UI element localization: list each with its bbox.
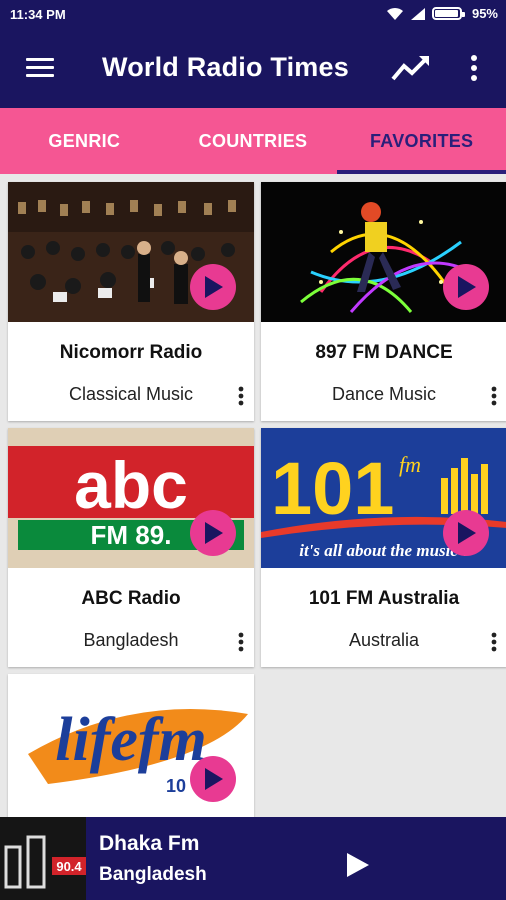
- status-time: 11:34 PM: [10, 7, 66, 22]
- tab-favorites[interactable]: FAVORITES: [337, 108, 506, 174]
- station-name: 101 FM Australia: [308, 588, 460, 609]
- svg-text:it's all about the music !: it's all about the music !: [299, 541, 469, 560]
- menu-icon[interactable]: [26, 58, 54, 78]
- station-card-101-fm-australia[interactable]: 101 fm it's all about the music ! 101 FM…: [261, 428, 506, 667]
- svg-text:101: 101: [271, 447, 394, 530]
- svg-text:lifefm: lifefm: [55, 706, 207, 774]
- app-bar: World Radio Times: [0, 28, 506, 108]
- station-name: Nicomorr Radio: [59, 342, 203, 363]
- play-button[interactable]: [443, 264, 489, 310]
- play-icon: [458, 276, 476, 298]
- station-genre: Classical Music: [68, 384, 194, 404]
- battery-icon: [431, 7, 465, 20]
- player-station-name: Dhaka Fm: [99, 832, 200, 855]
- station-genre: Dance Music: [331, 384, 437, 404]
- play-button[interactable]: [190, 510, 236, 556]
- svg-text:abc: abc: [74, 448, 188, 522]
- station-card-abc-radio[interactable]: abc FM 89. ABC Radio Bangladesh: [8, 428, 254, 667]
- station-name: 897 FM DANCE: [315, 342, 453, 363]
- more-vert-icon[interactable]: [466, 54, 482, 82]
- signal-icon: [410, 7, 425, 20]
- station-card-897-fm-dance[interactable]: 897 FM DANCE Dance Music: [261, 182, 506, 421]
- player-station-country: Bangladesh: [99, 864, 207, 885]
- more-vert-icon[interactable]: [238, 386, 244, 406]
- more-vert-icon[interactable]: [491, 632, 497, 652]
- svg-text:fm: fm: [399, 452, 421, 477]
- play-icon[interactable]: [346, 852, 370, 878]
- station-name: ABC Radio: [81, 588, 181, 609]
- app-title: World Radio Times: [102, 52, 349, 82]
- trending-icon[interactable]: [390, 52, 430, 84]
- mini-player[interactable]: 90.4 Dhaka Fm Bangladesh: [0, 817, 506, 900]
- tab-countries[interactable]: COUNTRIES: [169, 108, 338, 174]
- play-icon: [205, 522, 223, 544]
- play-icon: [458, 522, 476, 544]
- station-country: Bangladesh: [83, 630, 179, 650]
- station-country: Australia: [348, 630, 420, 650]
- battery-level: 95%: [471, 6, 498, 21]
- play-button[interactable]: [443, 510, 489, 556]
- wifi-icon: [386, 7, 403, 20]
- play-icon: [205, 276, 223, 298]
- svg-text:90.4: 90.4: [56, 859, 82, 874]
- play-button[interactable]: [190, 756, 236, 802]
- player-artwork: 90.4: [0, 817, 86, 900]
- play-icon: [205, 768, 223, 790]
- svg-text:10: 10: [166, 776, 186, 796]
- status-bar: 11:34 PM 95%: [0, 0, 506, 28]
- more-vert-icon[interactable]: [238, 632, 244, 652]
- tab-genric[interactable]: GENRIC: [0, 108, 169, 174]
- more-vert-icon[interactable]: [491, 386, 497, 406]
- play-button[interactable]: [190, 264, 236, 310]
- station-card-nicomorr[interactable]: Nicomorr Radio Classical Music: [8, 182, 254, 421]
- tab-bar: GENRIC COUNTRIES FAVORITES: [0, 108, 506, 174]
- svg-text:FM 89.: FM 89.: [91, 520, 172, 550]
- favorites-grid: Nicomorr Radio Classical Music 897 FM DA…: [0, 174, 506, 900]
